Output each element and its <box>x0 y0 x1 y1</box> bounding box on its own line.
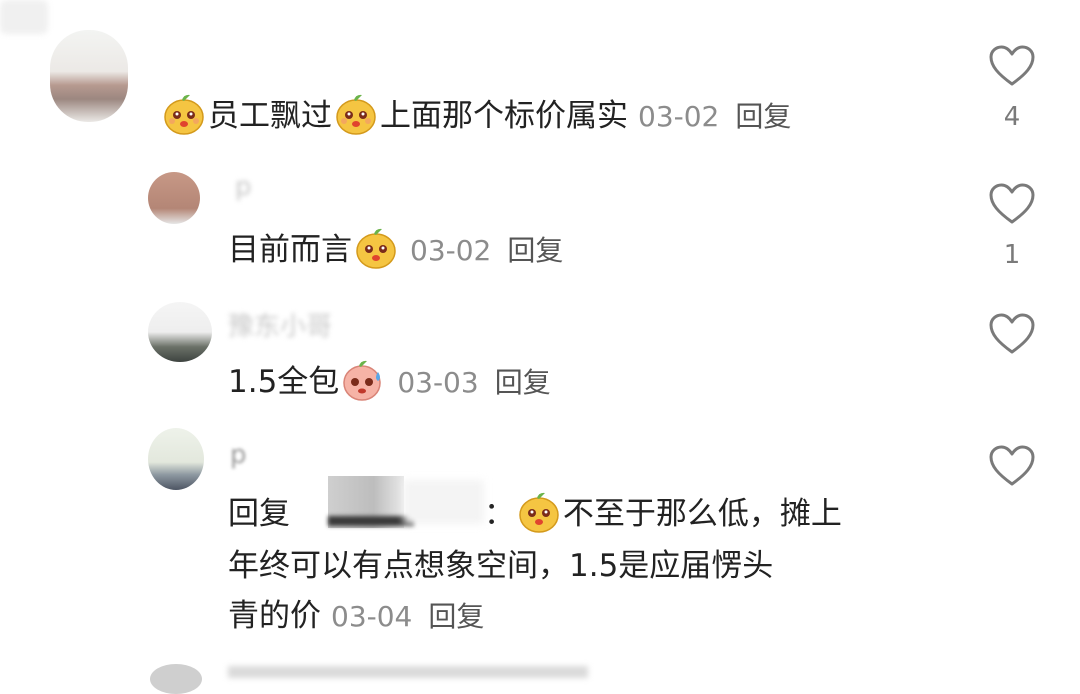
comment-text-part: 1.5全包 <box>228 364 340 400</box>
avatar[interactable] <box>148 172 200 224</box>
redacted-mention-bar <box>328 516 414 526</box>
comment-text-line: 回复 ： 不至于那么低，摊上 <box>228 490 842 536</box>
comment-text-part: 青的价 <box>228 598 321 634</box>
next-comment-preview <box>228 666 588 678</box>
comment-text-part: 员工飘过 <box>208 98 332 134</box>
like-button[interactable]: 4 <box>988 44 1036 132</box>
heart-outline-icon <box>989 183 1035 224</box>
comment-text-part: 不至于那么低，摊上 <box>562 496 842 532</box>
comment-text: 目前而言 03-02 回复 <box>228 226 563 273</box>
avatar[interactable] <box>148 302 212 362</box>
redacted-mention-fade <box>404 480 484 524</box>
comment-date: 03-02 <box>638 100 720 133</box>
reply-button[interactable]: 回复 <box>428 600 484 633</box>
username[interactable]: p <box>230 440 247 470</box>
like-button[interactable]: 1 <box>988 182 1036 270</box>
comment-date: 03-02 <box>410 234 492 267</box>
smiling-face-emoji-icon <box>336 94 376 135</box>
comment-text: 1.5全包 03-03 回复 <box>228 358 551 405</box>
reply-prefix: 回复 <box>228 496 290 532</box>
comment-date: 03-03 <box>397 366 479 399</box>
comment-date: 03-04 <box>331 600 413 633</box>
username[interactable]: 豫东小哥 <box>228 306 332 343</box>
reply-button[interactable]: 回复 <box>735 100 791 133</box>
heart-outline-icon <box>989 313 1035 354</box>
avatar[interactable] <box>148 428 204 490</box>
smiling-face-emoji-icon <box>519 492 559 533</box>
reply-colon: ： <box>483 496 515 532</box>
comment-text-part: 年终可以有点想象空间，1.5是应届愣头 <box>228 548 774 584</box>
avatar[interactable] <box>50 30 128 122</box>
avatar[interactable] <box>150 664 202 694</box>
comment-text-part: 目前而言 <box>228 232 352 268</box>
username[interactable]: p <box>235 172 252 202</box>
comment-text-part: 上面那个标价属实 <box>380 98 628 134</box>
like-button[interactable] <box>988 444 1036 502</box>
heart-outline-icon <box>989 45 1035 86</box>
reply-button[interactable]: 回复 <box>495 366 551 399</box>
comment-text: 员工飘过 上面那个标价属实 03-02 回复 <box>160 92 791 139</box>
smiling-face-emoji-icon <box>164 94 204 135</box>
comment-text-line: 年终可以有点想象空间，1.5是应届愣头 <box>228 544 773 588</box>
heart-outline-icon <box>989 445 1035 486</box>
sweating-face-emoji-icon <box>343 360 382 401</box>
like-count: 4 <box>1003 102 1021 132</box>
like-count: 1 <box>1003 240 1021 270</box>
comment-text-line: 青的价 03-04 回复 <box>228 594 484 639</box>
like-button[interactable] <box>988 312 1036 370</box>
username-redacted <box>0 0 48 34</box>
reply-button[interactable]: 回复 <box>507 234 563 267</box>
smiling-face-emoji-icon <box>356 228 396 269</box>
